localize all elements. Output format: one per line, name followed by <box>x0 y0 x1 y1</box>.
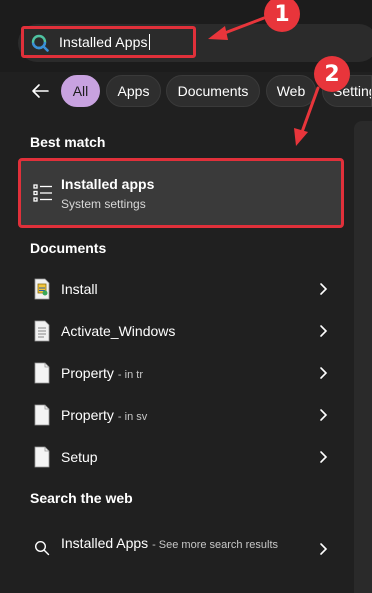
list-item-property-tr[interactable]: Property - in tr <box>20 353 342 393</box>
chevron-right-icon[interactable] <box>318 450 328 464</box>
filter-chip-web[interactable]: Web <box>266 75 316 107</box>
document-name: Property <box>61 407 114 423</box>
annotation-badge-2: 2 <box>314 56 350 92</box>
chevron-right-icon[interactable] <box>318 282 328 296</box>
list-item-activate-windows[interactable]: Activate_Windows <box>20 311 342 351</box>
filter-chip-apps[interactable]: Apps <box>106 75 161 107</box>
search-icon <box>34 540 50 556</box>
chevron-right-icon[interactable] <box>318 542 328 556</box>
filter-chip-all[interactable]: All <box>61 75 100 107</box>
documents-heading: Documents <box>30 240 107 256</box>
file-icon <box>34 446 50 468</box>
text-document-icon <box>34 320 50 342</box>
chevron-right-icon[interactable] <box>318 324 328 338</box>
document-name: Install <box>61 281 98 297</box>
list-item-setup[interactable]: Setup <box>20 437 342 477</box>
preview-panel <box>354 121 372 593</box>
document-name: Activate_Windows <box>61 323 176 339</box>
list-item-property-sv[interactable]: Property - in sv <box>20 395 342 435</box>
search-web-heading: Search the web <box>30 490 133 506</box>
document-location: - in tr <box>117 369 143 381</box>
document-location: - in sv <box>117 411 148 423</box>
chevron-right-icon[interactable] <box>318 408 328 422</box>
best-match-heading: Best match <box>30 134 106 150</box>
file-icon <box>34 362 50 384</box>
annotation-highlight-box-2 <box>18 158 344 228</box>
web-search-result[interactable]: Installed Apps - See more search results <box>20 525 342 573</box>
document-name: Property <box>61 365 114 381</box>
web-suffix: - See more search results <box>152 539 278 551</box>
filter-chip-documents[interactable]: Documents <box>166 75 260 107</box>
web-query: Installed Apps <box>61 535 149 551</box>
installer-file-icon <box>34 278 50 300</box>
chevron-right-icon[interactable] <box>318 366 328 380</box>
list-item-install[interactable]: Install <box>20 269 342 309</box>
back-arrow-icon[interactable] <box>28 79 52 103</box>
search-bar: Installed Apps <box>0 0 372 72</box>
annotation-highlight-box-1 <box>21 26 196 58</box>
document-name: Setup <box>61 449 98 465</box>
file-icon <box>34 404 50 426</box>
